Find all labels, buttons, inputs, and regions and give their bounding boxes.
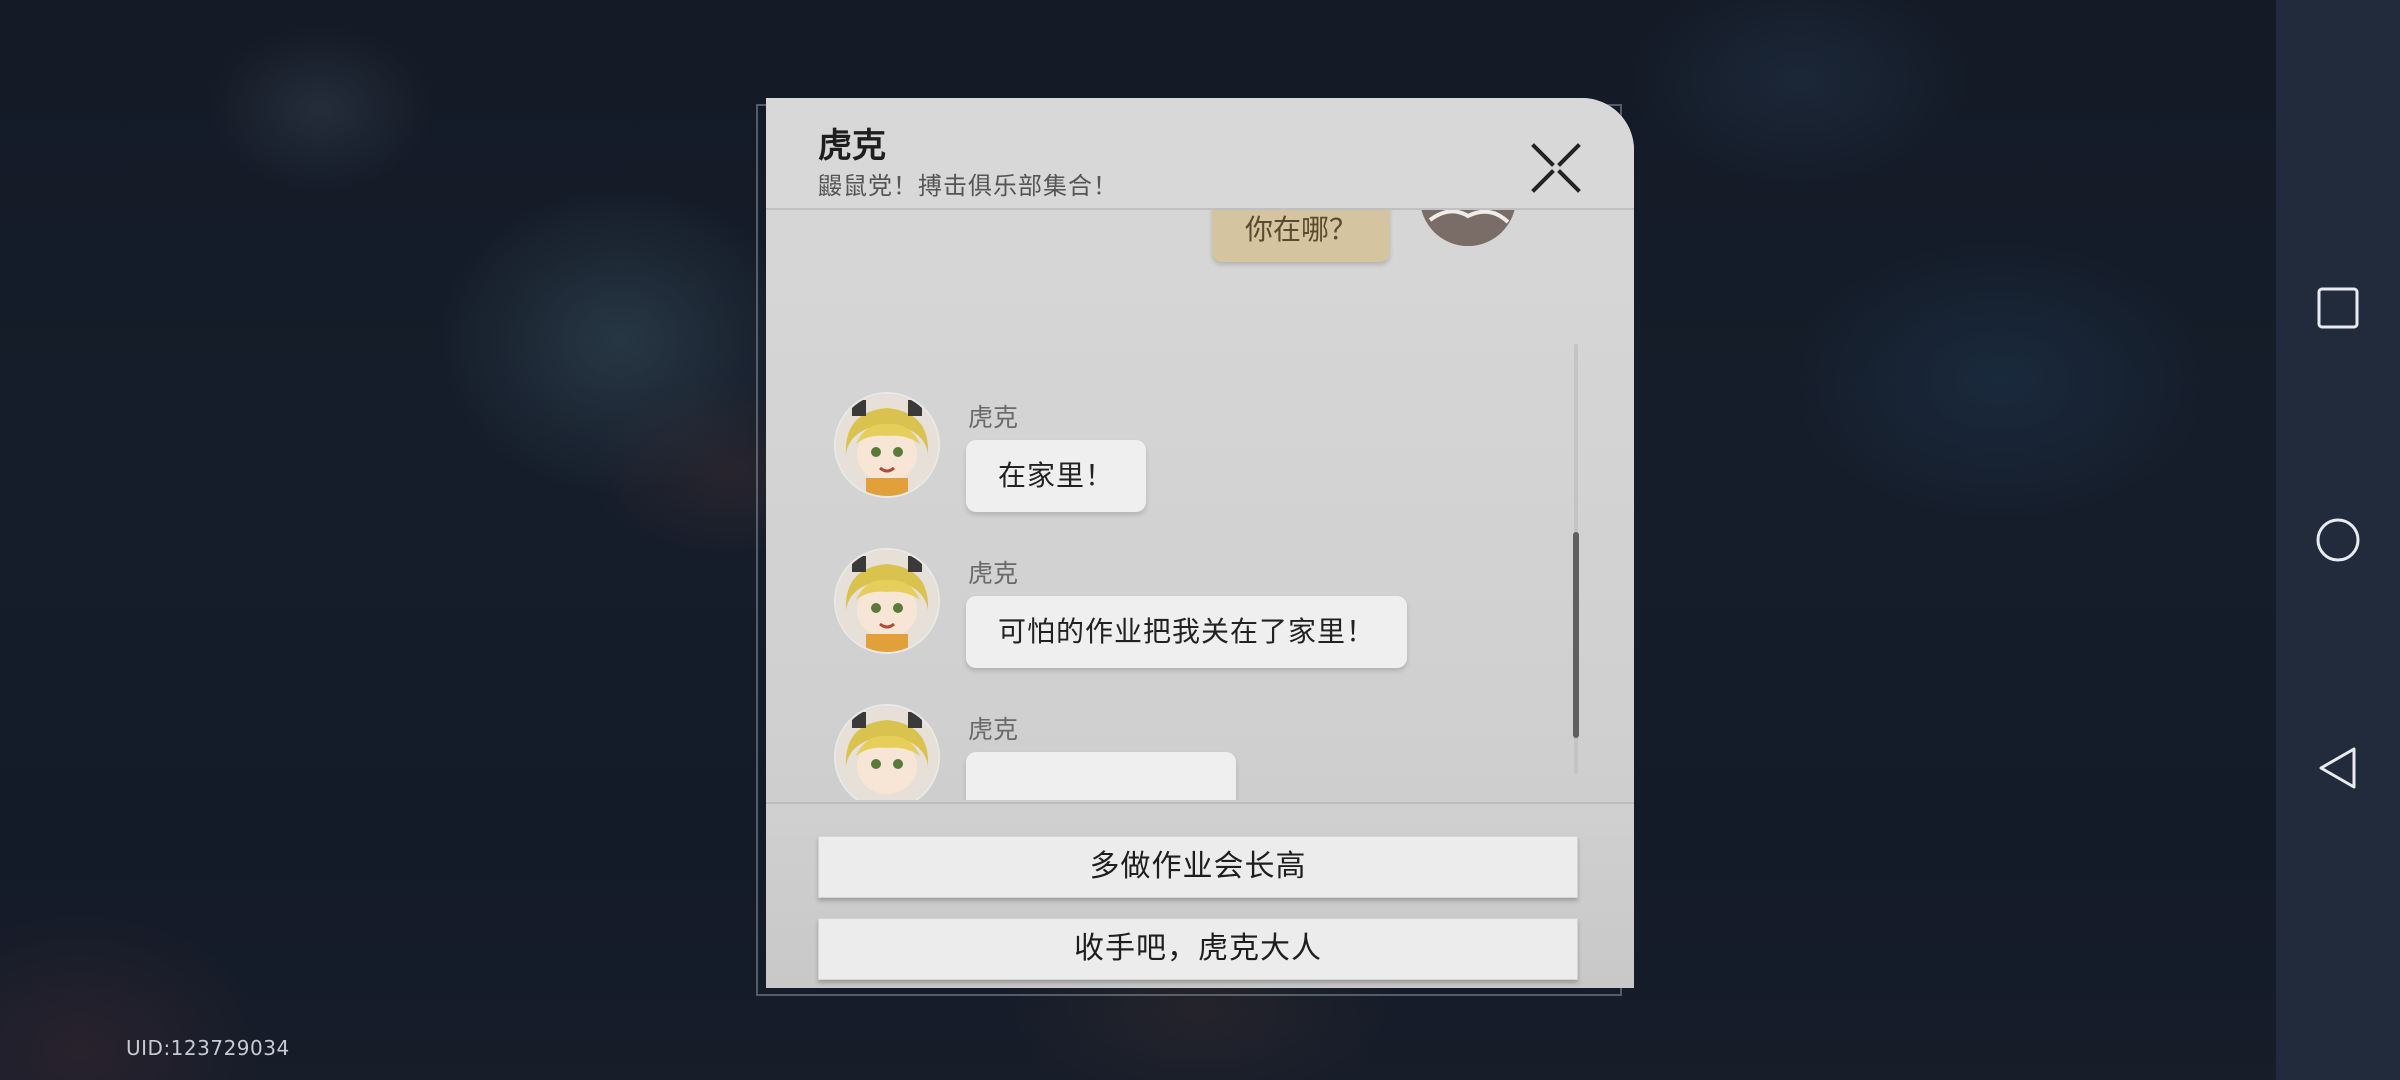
- chat-subtitle: 鼹鼠党！搏击俱乐部集合！: [818, 172, 1118, 200]
- reply-option-button[interactable]: 多做作业会长高: [818, 836, 1578, 898]
- player-avatar-art: [1420, 210, 1516, 246]
- reply-options-panel: 多做作业会长高 收手吧，虎克大人: [766, 802, 1634, 988]
- hook-avatar: [834, 704, 940, 800]
- chat-title: 虎克: [818, 126, 886, 166]
- message-sender: 虎克: [968, 715, 1019, 744]
- hook-avatar: [834, 548, 940, 654]
- message-bubble: 在家里！: [966, 440, 1147, 512]
- chat-scrollbar-thumb[interactable]: [1573, 532, 1579, 738]
- chat-dialog: 虎克 鼹鼠党！搏击俱乐部集合！ 你在哪？ 虎克 在家里！ 虎克 可怕的作业把我关…: [766, 98, 1634, 988]
- hook-avatar-art: [836, 706, 938, 800]
- home-button[interactable]: [2316, 518, 2360, 562]
- game-screen: 虎克 鼹鼠党！搏击俱乐部集合！ 你在哪？ 虎克 在家里！ 虎克 可怕的作业把我关…: [0, 0, 2400, 1080]
- hook-avatar: [834, 392, 940, 498]
- message-sender: 虎克: [968, 559, 1019, 588]
- chat-message: 虎克: [766, 704, 1626, 800]
- close-button[interactable]: [1528, 140, 1584, 196]
- self-message-text: 你在哪？: [1244, 213, 1357, 246]
- hook-avatar-art: [836, 550, 938, 652]
- player-avatar: [1420, 210, 1516, 246]
- close-icon: [1531, 143, 1581, 193]
- message-bubble: [966, 752, 1236, 800]
- hook-avatar-art: [836, 394, 938, 496]
- back-button[interactable]: [2316, 746, 2360, 790]
- chat-message: 虎克 在家里！: [766, 392, 1626, 542]
- circle-icon: [2316, 518, 2360, 562]
- self-message-bubble: 你在哪？: [1212, 210, 1390, 262]
- chat-message: 虎克 可怕的作业把我关在了家里！: [766, 548, 1626, 698]
- reply-option-button[interactable]: 收手吧，虎克大人: [818, 918, 1578, 980]
- triangle-back-icon: [2319, 747, 2356, 789]
- chat-message-list[interactable]: 你在哪？ 虎克 在家里！ 虎克 可怕的作业把我关在了家里！ 虎克: [766, 210, 1634, 800]
- recent-apps-button[interactable]: [2316, 286, 2360, 330]
- dialog-header: 虎克 鼹鼠党！搏击俱乐部集合！: [766, 98, 1634, 210]
- message-sender: 虎克: [968, 403, 1019, 432]
- square-icon: [2317, 287, 2359, 329]
- user-id-label: UID:123729034: [126, 1036, 290, 1060]
- message-bubble: 可怕的作业把我关在了家里！: [966, 596, 1408, 668]
